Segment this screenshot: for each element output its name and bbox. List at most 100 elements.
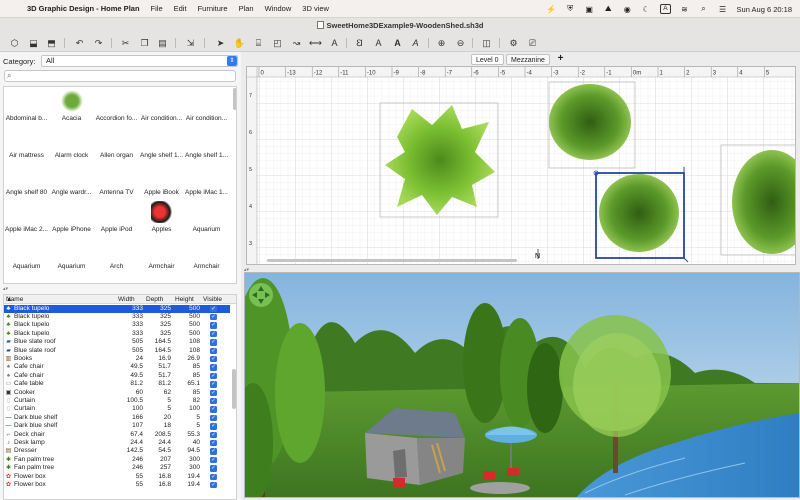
- table-row[interactable]: ♠ Cafe chair 49.5 51.7 85 ✓: [4, 363, 230, 371]
- table-row[interactable]: ▥ Books 24 16.9 26.9 ✓: [4, 355, 230, 363]
- visible-checkbox[interactable]: ✓: [210, 481, 217, 489]
- plan-horizontal-scrollbar[interactable]: [267, 259, 517, 262]
- add-furniture-icon[interactable]: ⇲: [184, 37, 197, 49]
- menu-app-name[interactable]: 3D Graphic Design - Home Plan: [27, 4, 140, 13]
- table-scrollbar[interactable]: [232, 369, 236, 409]
- table-row[interactable]: ▰ Blue slate roof 505 164.5 108 ✓: [4, 338, 230, 346]
- mountains-icon[interactable]: ⛰: [603, 4, 613, 14]
- table-row[interactable]: ▭ Cafe table 81.2 81.2 65.1 ✓: [4, 380, 230, 388]
- table-row[interactable]: ♣ Black tupelo 333 325 500 ✓: [4, 321, 230, 329]
- create-dimensions-icon[interactable]: ⟷: [309, 37, 322, 49]
- input-source-indicator[interactable]: A: [660, 4, 671, 14]
- catalog-item[interactable]: Abdominal b...: [4, 88, 49, 125]
- table-row[interactable]: ⌐ Deck chair 67.4 208.5 55.3 ✓: [4, 431, 230, 439]
- select-arrow-icon[interactable]: ➤: [214, 37, 227, 49]
- catalog-item[interactable]: Apple iPod: [94, 199, 139, 236]
- table-row[interactable]: ♣ Black tupelo 333 325 500 ✓: [4, 313, 230, 321]
- lock-icon[interactable]: ⛨: [565, 4, 575, 14]
- category-select[interactable]: All ⇕: [41, 55, 238, 67]
- control-center-icon[interactable]: ☰: [718, 5, 728, 14]
- splitter-handle[interactable]: ▴▾: [3, 287, 237, 292]
- visible-checkbox[interactable]: ✓: [210, 355, 217, 363]
- italic-text-icon[interactable]: A: [409, 37, 422, 49]
- table-row[interactable]: ▯ Curtain 100.5 5 82 ✓: [4, 397, 230, 405]
- create-photo-icon[interactable]: ◫: [480, 37, 493, 49]
- menubar-clock[interactable]: Sun Aug 6 20:18: [737, 5, 792, 14]
- visible-checkbox[interactable]: ✓: [210, 423, 217, 430]
- visible-checkbox[interactable]: ✓: [210, 330, 217, 338]
- increase-text-icon[interactable]: A: [372, 37, 385, 49]
- visible-checkbox[interactable]: ✓: [210, 364, 217, 371]
- table-row[interactable]: ♪ Desk lamp 24.4 24.4 40 ✓: [4, 439, 230, 447]
- catalog-item[interactable]: Apples: [139, 199, 184, 236]
- visible-checkbox[interactable]: ✓: [210, 347, 217, 354]
- table-row[interactable]: ✿ Flower box 55 16.8 19.4 ✓: [4, 481, 230, 489]
- menu-window[interactable]: Window: [265, 4, 292, 13]
- navigation-arrows-icon[interactable]: [249, 283, 273, 307]
- visible-checkbox[interactable]: ✓: [210, 305, 217, 312]
- preferences-icon[interactable]: ⚙: [507, 37, 520, 49]
- search-input[interactable]: ⌕: [4, 70, 236, 82]
- catalog-item[interactable]: Angle shelf 1...: [184, 125, 229, 162]
- pan-hand-icon[interactable]: ✋: [233, 37, 246, 49]
- record-icon[interactable]: ◉: [622, 5, 632, 14]
- bold-text-icon[interactable]: A: [391, 37, 404, 49]
- 3d-canvas[interactable]: [245, 273, 800, 498]
- table-row[interactable]: — Dark blue shelf 166 20 5 ✓: [4, 414, 230, 422]
- tab-mezzanine[interactable]: Mezzanine: [506, 54, 550, 65]
- visible-checkbox[interactable]: ✓: [210, 397, 217, 405]
- plan-view[interactable]: 0 -13 -12 -11 -10 -9 -8 -7 -6 -5 -4 -3 -2 -1 0m 1 2 3 4 5 7…: [246, 66, 796, 265]
- table-row[interactable]: ♠ Cafe chair 49.5 51.7 85 ✓: [4, 372, 230, 380]
- catalog-item[interactable]: Acacia: [49, 88, 94, 125]
- zoom-in-icon[interactable]: ⊕: [435, 37, 448, 49]
- visible-checkbox[interactable]: ✓: [210, 473, 217, 480]
- column-height-header[interactable]: Height: [175, 295, 194, 304]
- open-icon[interactable]: ⬓: [27, 37, 40, 49]
- search-icon[interactable]: ⌕: [699, 4, 709, 14]
- visible-checkbox[interactable]: ✓: [210, 414, 217, 422]
- visible-checkbox[interactable]: ✓: [210, 439, 217, 447]
- visible-checkbox[interactable]: ✓: [210, 339, 217, 346]
- table-row[interactable]: ♣ Black tupelo 333 325 500 ✓: [4, 330, 230, 338]
- catalog-scrollbar[interactable]: [233, 88, 236, 110]
- lightning-icon[interactable]: ⚡: [546, 5, 556, 14]
- table-row[interactable]: ▣ Cooker 60 62 85 ✓: [4, 389, 230, 397]
- wifi-icon[interactable]: ≋: [680, 5, 690, 14]
- zoom-out-icon[interactable]: ⊖: [454, 37, 467, 49]
- catalog-item[interactable]: Angle shelf 80: [4, 162, 49, 199]
- table-row[interactable]: ✱ Fan palm tree 246 257 300 ✓: [4, 464, 230, 472]
- moon-icon[interactable]: ☾: [641, 5, 651, 14]
- tab-level-0[interactable]: Level 0: [471, 54, 504, 65]
- catalog-item[interactable]: Air mattress: [4, 125, 49, 162]
- visible-checkbox[interactable]: ✓: [210, 465, 217, 472]
- menu-3d-view[interactable]: 3D view: [302, 4, 329, 13]
- create-walls-icon[interactable]: ⌸: [252, 37, 265, 49]
- visible-checkbox[interactable]: ✓: [210, 372, 217, 380]
- catalog-item[interactable]: Aquarium: [49, 236, 94, 273]
- visible-checkbox[interactable]: ✓: [210, 322, 217, 329]
- column-width-header[interactable]: Width: [118, 295, 135, 304]
- new-home-icon[interactable]: ⬡: [8, 37, 21, 49]
- plan-canvas[interactable]: 0 -13 -12 -11 -10 -9 -8 -7 -6 -5 -4 -3 -2 -1 0m 1 2 3 4 5 7…: [247, 67, 796, 265]
- catalog-item[interactable]: Air condition...: [184, 88, 229, 125]
- save-icon[interactable]: ⬒: [45, 37, 58, 49]
- redo-icon[interactable]: ↷: [92, 37, 105, 49]
- create-polylines-icon[interactable]: ↝: [290, 37, 303, 49]
- menu-edit[interactable]: Edit: [174, 4, 187, 13]
- table-row[interactable]: — Dark blue shelf 107 18 5 ✓: [4, 422, 230, 430]
- visible-checkbox[interactable]: ✓: [210, 456, 217, 464]
- catalog-item[interactable]: Allen organ: [94, 125, 139, 162]
- visible-checkbox[interactable]: ✓: [210, 389, 217, 396]
- catalog-item[interactable]: Angle wardr...: [49, 162, 94, 199]
- visible-checkbox[interactable]: ✓: [210, 381, 217, 388]
- visible-checkbox[interactable]: ✓: [210, 406, 217, 413]
- add-level-button[interactable]: +: [554, 53, 567, 65]
- cut-icon[interactable]: ✂: [119, 37, 132, 49]
- catalog-item[interactable]: Apple iMac 1...: [184, 162, 229, 199]
- menu-furniture[interactable]: Furniture: [198, 4, 228, 13]
- catalog-item[interactable]: Aquarium: [184, 199, 229, 236]
- column-depth-header[interactable]: Depth: [146, 295, 163, 304]
- visible-checkbox[interactable]: ✓: [210, 431, 217, 438]
- menu-plan[interactable]: Plan: [239, 4, 254, 13]
- catalog-item[interactable]: Air condition...: [139, 88, 184, 125]
